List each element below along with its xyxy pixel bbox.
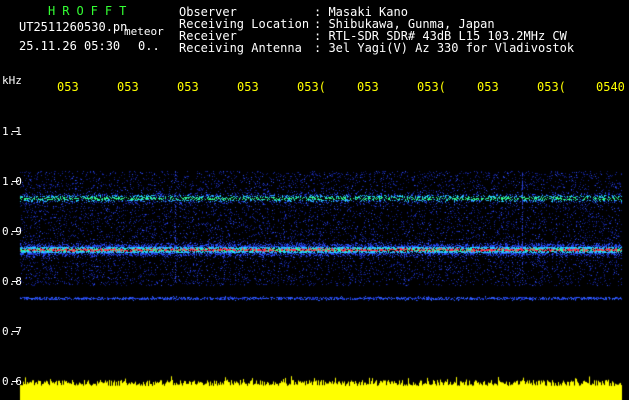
file-name: UT2511260530.pn [19,20,128,34]
time-tick-label: 053 [57,80,79,94]
info-value-antenna: : 3el Yagi(V) Az 330 for Vladivostok [314,41,575,55]
echo-count: 0.. [138,39,160,53]
time-tick-label: 053 [477,80,499,94]
hrofft-window: HROFFT UT2511260530.pn meteor 25.11.26 0… [0,0,629,400]
info-label-antenna: Receiving Antenna [179,41,302,55]
freq-tick-mark [12,381,18,382]
freq-tick-mark [12,331,18,332]
file-type-label: meteor [124,25,164,38]
time-tick-label: 053( [537,80,566,94]
time-tick-label: 0540 [596,80,625,94]
time-tick-label: 053 [117,80,139,94]
time-tick-label: 053 [237,80,259,94]
freq-tick-mark [12,181,18,182]
freq-tick-mark [12,281,18,282]
time-tick-label: 053( [417,80,446,94]
spectrogram-canvas [0,0,629,400]
time-tick-label: 053 [177,80,199,94]
freq-unit-label: kHz [2,74,22,87]
freq-tick-mark [12,131,18,132]
station-code: HROFFT [48,4,134,18]
timestamp: 25.11.26 05:30 [19,39,121,53]
time-tick-label: 053 [357,80,379,94]
freq-tick-mark [12,231,18,232]
time-tick-label: 053( [297,80,326,94]
